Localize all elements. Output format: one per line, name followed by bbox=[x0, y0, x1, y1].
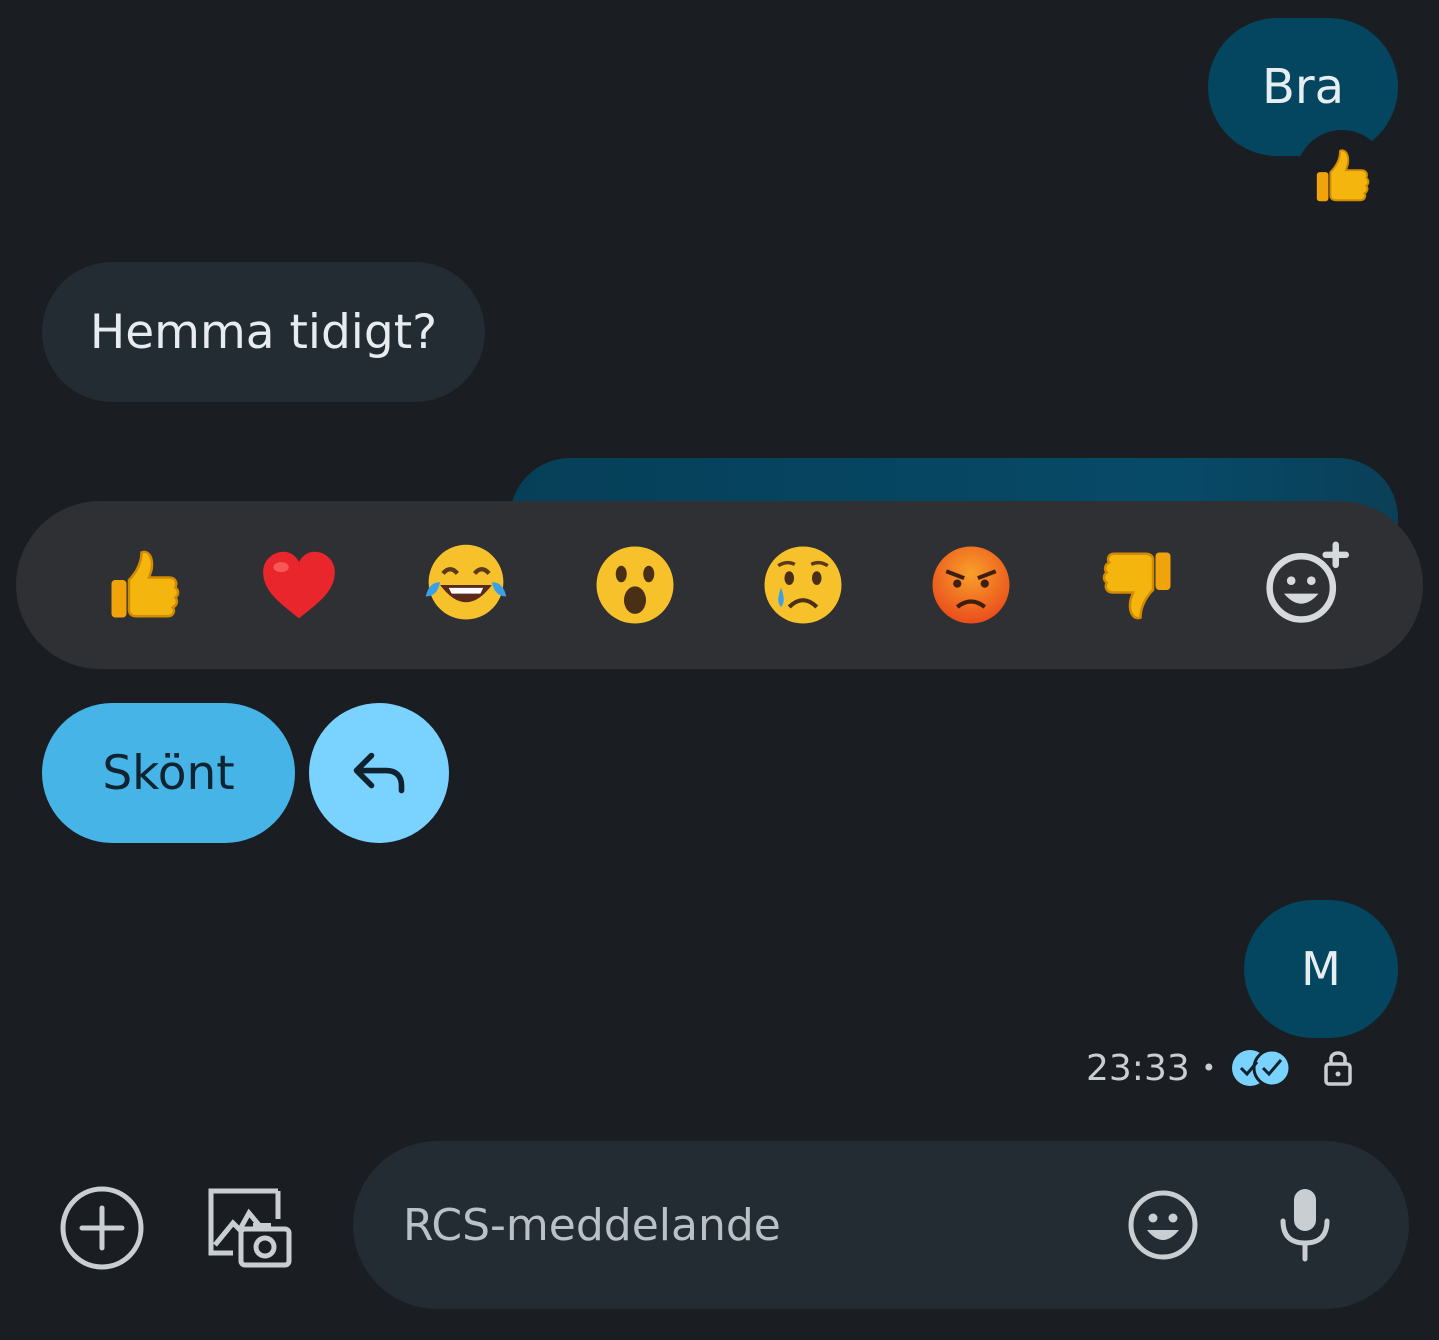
message-bubble-outgoing[interactable]: M bbox=[1244, 900, 1398, 1038]
add-reaction-icon bbox=[1266, 541, 1350, 623]
react-heart-button[interactable] bbox=[249, 535, 349, 635]
compose-bar bbox=[353, 1141, 1409, 1309]
react-laugh-button[interactable] bbox=[416, 535, 516, 635]
smart-reply-chip[interactable]: Skönt bbox=[42, 703, 295, 843]
reply-button[interactable] bbox=[309, 703, 449, 843]
react-sad-button[interactable] bbox=[753, 535, 853, 635]
gallery-camera-icon bbox=[208, 1188, 292, 1268]
crying-face-icon bbox=[764, 546, 842, 624]
message-input[interactable] bbox=[403, 1185, 1103, 1265]
reaction-picker-bar bbox=[16, 501, 1423, 669]
thumbs-up-icon bbox=[111, 550, 180, 618]
angry-face-icon bbox=[932, 546, 1010, 624]
message-text: M bbox=[1301, 942, 1341, 996]
add-reaction-button[interactable] bbox=[1257, 535, 1357, 635]
message-timestamp: 23:33 bbox=[1086, 1047, 1190, 1089]
microphone-icon bbox=[1280, 1189, 1330, 1262]
read-receipt-icon bbox=[1231, 1048, 1292, 1088]
emoji-smile-icon bbox=[1128, 1190, 1198, 1260]
gallery-camera-button[interactable] bbox=[202, 1182, 294, 1274]
thumbs-up-icon bbox=[1316, 149, 1370, 202]
message-text: Hemma tidigt? bbox=[89, 304, 438, 360]
emoji-button[interactable] bbox=[1125, 1187, 1201, 1263]
reply-arrow-icon bbox=[353, 752, 405, 794]
thumbs-down-icon bbox=[1102, 552, 1171, 620]
voice-record-button[interactable] bbox=[1265, 1185, 1345, 1265]
meta-separator: • bbox=[1201, 1054, 1216, 1082]
attach-add-button[interactable] bbox=[56, 1182, 148, 1274]
message-text: Bra bbox=[1261, 59, 1345, 115]
react-thumbs-up-button[interactable] bbox=[94, 535, 194, 635]
red-heart-icon bbox=[263, 551, 335, 619]
message-bubble-incoming[interactable]: Hemma tidigt? bbox=[42, 262, 485, 402]
face-with-open-mouth-icon bbox=[596, 546, 674, 624]
react-thumbs-down-button[interactable] bbox=[1088, 535, 1188, 635]
lock-icon bbox=[1324, 1051, 1352, 1086]
message-bubble-outgoing[interactable]: Bra bbox=[1208, 18, 1398, 156]
add-circle-icon bbox=[60, 1186, 144, 1270]
smart-reply-label: Skönt bbox=[102, 745, 235, 801]
message-meta: 23:33 • bbox=[1080, 1040, 1356, 1096]
react-angry-button[interactable] bbox=[921, 535, 1021, 635]
react-wow-button[interactable] bbox=[585, 535, 685, 635]
face-with-tears-of-joy-icon bbox=[425, 544, 507, 620]
message-reaction-badge[interactable] bbox=[1296, 130, 1388, 222]
